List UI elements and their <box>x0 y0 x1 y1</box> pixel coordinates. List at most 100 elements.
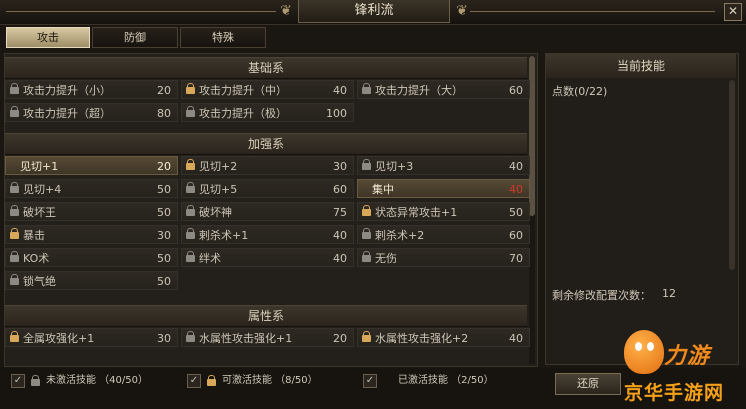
skill-cell[interactable]: KO术 50 <box>5 248 178 267</box>
remaining-changes-value: 12 <box>662 287 676 300</box>
grey-lock-icon <box>362 83 371 94</box>
skill-cost: 50 <box>509 206 523 219</box>
skill-cell[interactable]: 破坏王 50 <box>5 202 178 221</box>
skill-cell[interactable]: 见切+1 20 <box>5 156 178 175</box>
skill-cost: 20 <box>157 84 171 97</box>
skill-cost: 20 <box>333 332 347 345</box>
current-skills-title: 当前技能 <box>546 54 736 78</box>
window-title: 锋利流 <box>298 0 450 23</box>
skill-cell[interactable]: 水属性攻击强化+2 40 <box>357 328 530 347</box>
skill-cell[interactable]: 全属攻强化+1 30 <box>5 328 178 347</box>
skill-cost: 40 <box>333 252 347 265</box>
grey-lock-icon <box>186 182 195 193</box>
skill-cell[interactable]: 剌杀术+2 60 <box>357 225 530 244</box>
skill-name: 集中 <box>372 183 394 196</box>
skill-name: 破坏神 <box>199 206 232 219</box>
grey-lock-icon <box>186 228 195 239</box>
skill-cost: 40 <box>509 160 523 173</box>
grey-lock-icon <box>10 106 19 117</box>
watermark-site-name: 京华手游网 <box>624 382 725 404</box>
skill-name: 见切+1 <box>20 160 59 173</box>
skill-cell[interactable]: 暴击 30 <box>5 225 178 244</box>
skill-cell[interactable]: 攻击力提升（超） 80 <box>5 103 178 122</box>
section-header-attribute: 属性系 <box>5 305 527 327</box>
skill-cost: 50 <box>157 206 171 219</box>
skill-cell[interactable]: 锁气绝 50 <box>5 271 178 290</box>
points-label: 点数(0/22) <box>552 85 608 98</box>
grey-lock-icon <box>10 274 19 285</box>
title-ornament-left <box>6 11 276 12</box>
scroll-ornament-icon: ❦ <box>456 3 468 19</box>
close-button[interactable]: ✕ <box>724 3 742 21</box>
skill-cost: 20 <box>157 160 171 173</box>
filter-inactive-checkbox[interactable]: ✓ <box>11 374 25 388</box>
skill-cost: 60 <box>509 84 523 97</box>
skill-name: 破坏王 <box>23 206 56 219</box>
skill-name: 见切+3 <box>375 160 414 173</box>
grey-lock-icon <box>10 83 19 94</box>
skill-cell[interactable]: 状态异常攻击+1 50 <box>357 202 530 221</box>
skill-cost: 40 <box>333 84 347 97</box>
grey-lock-icon <box>362 159 371 170</box>
skill-cell[interactable]: 剌杀术+1 40 <box>181 225 354 244</box>
skill-cell[interactable]: 集中 40 <box>357 179 530 198</box>
skill-cost: 50 <box>157 275 171 288</box>
skill-name: 水属性攻击强化+2 <box>375 332 469 345</box>
skill-cell[interactable]: 见切+2 30 <box>181 156 354 175</box>
skill-cell[interactable]: 破坏神 75 <box>181 202 354 221</box>
tab-attack[interactable]: 攻击 <box>6 27 90 48</box>
legend-available: 可激活技能 （8/50） <box>222 375 318 386</box>
skill-name: 全属攻强化+1 <box>23 332 95 345</box>
legend-active: 已激活技能 （2/50） <box>398 375 494 386</box>
current-skills-panel <box>545 53 739 365</box>
skill-cell[interactable]: 攻击力提升（大） 60 <box>357 80 530 99</box>
skill-cell[interactable]: 攻击力提升（小） 20 <box>5 80 178 99</box>
skill-name: 攻击力提升（极） <box>199 107 287 120</box>
reset-button[interactable]: 还原 <box>555 373 621 395</box>
section-header-enhance: 加强系 <box>5 133 527 155</box>
remaining-changes-label: 剩余修改配置次数： <box>552 289 651 302</box>
gold-lock-icon <box>362 205 371 216</box>
skill-name: 水属性攻击强化+1 <box>199 332 293 345</box>
skill-name: KO术 <box>23 252 50 265</box>
section-header-basic: 基础系 <box>5 57 527 79</box>
skill-cell[interactable]: 无伤 70 <box>357 248 530 267</box>
skill-name: 剌杀术+1 <box>199 229 249 242</box>
skill-cost: 60 <box>509 229 523 242</box>
skill-cell[interactable]: 绊术 40 <box>181 248 354 267</box>
grey-lock-icon <box>186 205 195 216</box>
skill-cell[interactable]: 水属性攻击强化+1 20 <box>181 328 354 347</box>
skill-name: 锁气绝 <box>23 275 56 288</box>
tab-special[interactable]: 特殊 <box>180 27 266 48</box>
skill-name: 攻击力提升（大） <box>375 84 463 97</box>
skill-cost: 80 <box>157 107 171 120</box>
gold-lock-icon <box>186 159 195 170</box>
skill-cell[interactable]: 见切+5 60 <box>181 179 354 198</box>
grey-lock-icon <box>10 182 19 193</box>
skill-name: 无伤 <box>375 252 397 265</box>
skill-cell[interactable]: 见切+3 40 <box>357 156 530 175</box>
skill-name: 剌杀术+2 <box>375 229 425 242</box>
legend-inactive: 未激活技能 （40/50） <box>46 375 148 386</box>
current-skills-scrollbar[interactable] <box>729 80 735 270</box>
grey-lock-icon <box>186 251 195 262</box>
skill-cell[interactable]: 攻击力提升（中） 40 <box>181 80 354 99</box>
tab-defense[interactable]: 防御 <box>92 27 178 48</box>
title-ornament-right <box>470 11 715 12</box>
grey-lock-icon <box>10 251 19 262</box>
skill-cell[interactable]: 攻击力提升（极） 100 <box>181 103 354 122</box>
gold-lock-icon <box>10 228 19 239</box>
skill-cost: 30 <box>157 332 171 345</box>
skill-name: 见切+4 <box>23 183 62 196</box>
skill-cell[interactable]: 见切+4 50 <box>5 179 178 198</box>
gold-lock-icon <box>10 331 19 342</box>
filter-available-checkbox[interactable]: ✓ <box>187 374 201 388</box>
skill-name: 暴击 <box>23 229 45 242</box>
watermark-mascot-icon <box>624 330 664 374</box>
grey-lock-icon <box>10 205 19 216</box>
skill-cost: 100 <box>326 107 347 120</box>
skill-cost: 40 <box>509 183 523 196</box>
grey-lock-icon <box>362 251 371 262</box>
filter-active-checkbox[interactable]: ✓ <box>363 374 377 388</box>
watermark-logo-text: 力游 <box>664 344 711 369</box>
